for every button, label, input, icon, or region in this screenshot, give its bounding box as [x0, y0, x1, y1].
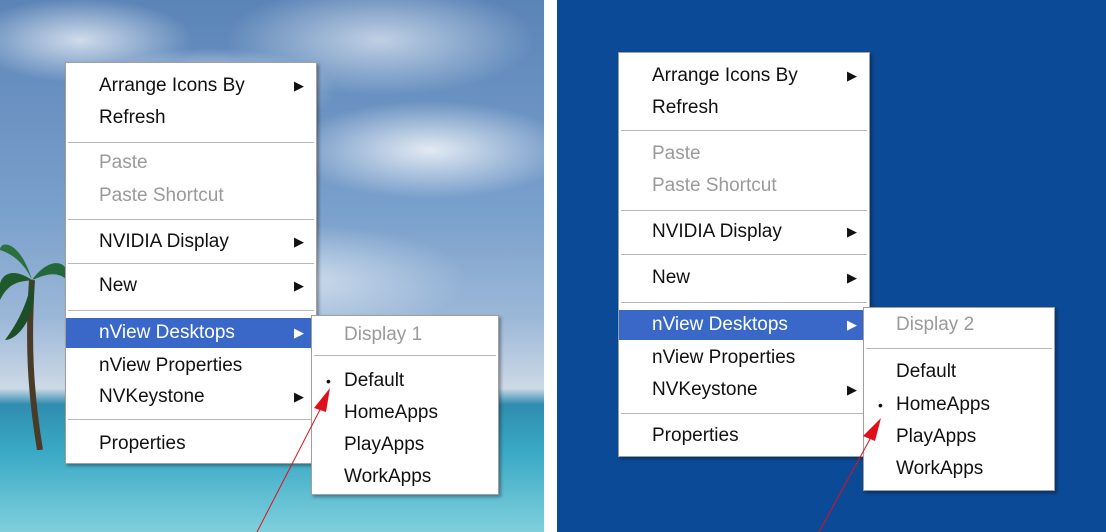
desktop-right: Arrange Icons By ▶ Refresh Paste Paste S… [557, 0, 1106, 532]
annotation-arrow-icon [256, 388, 330, 532]
desktop-left: Arrange Icons By ▶ Refresh Paste Paste S… [0, 0, 544, 532]
annotation-arrow-icon [818, 418, 881, 532]
